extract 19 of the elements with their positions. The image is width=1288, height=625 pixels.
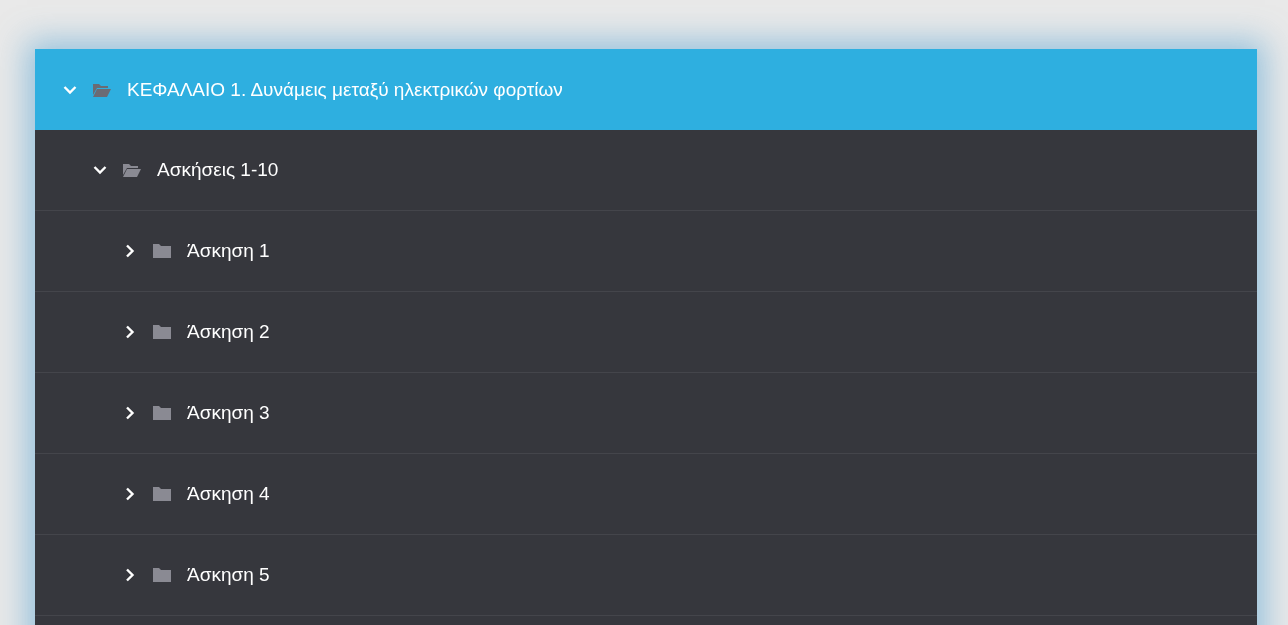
tree-item[interactable]: Άσκηση 2 xyxy=(35,292,1257,373)
chevron-right-icon xyxy=(123,406,137,420)
chevron-right-icon xyxy=(123,568,137,582)
tree-item[interactable]: Ασκήσεις 1-10 xyxy=(35,130,1257,211)
tree-item[interactable]: Άσκηση 5 xyxy=(35,535,1257,616)
folder-icon xyxy=(153,325,171,339)
folder-icon xyxy=(153,406,171,420)
open-folder-icon xyxy=(123,163,141,177)
folder-icon xyxy=(153,487,171,501)
chevron-right-icon xyxy=(123,325,137,339)
tree-item[interactable]: Άσκηση 1 xyxy=(35,211,1257,292)
folder-icon xyxy=(153,244,171,258)
tree-item[interactable]: Άσκηση 3 xyxy=(35,373,1257,454)
chevron-right-icon xyxy=(123,244,137,258)
chevron-right-icon xyxy=(123,487,137,501)
tree-item[interactable]: Άσκηση 4 xyxy=(35,454,1257,535)
chevron-down-icon xyxy=(93,163,107,177)
open-folder-icon xyxy=(93,82,111,97)
folder-icon xyxy=(153,568,171,582)
